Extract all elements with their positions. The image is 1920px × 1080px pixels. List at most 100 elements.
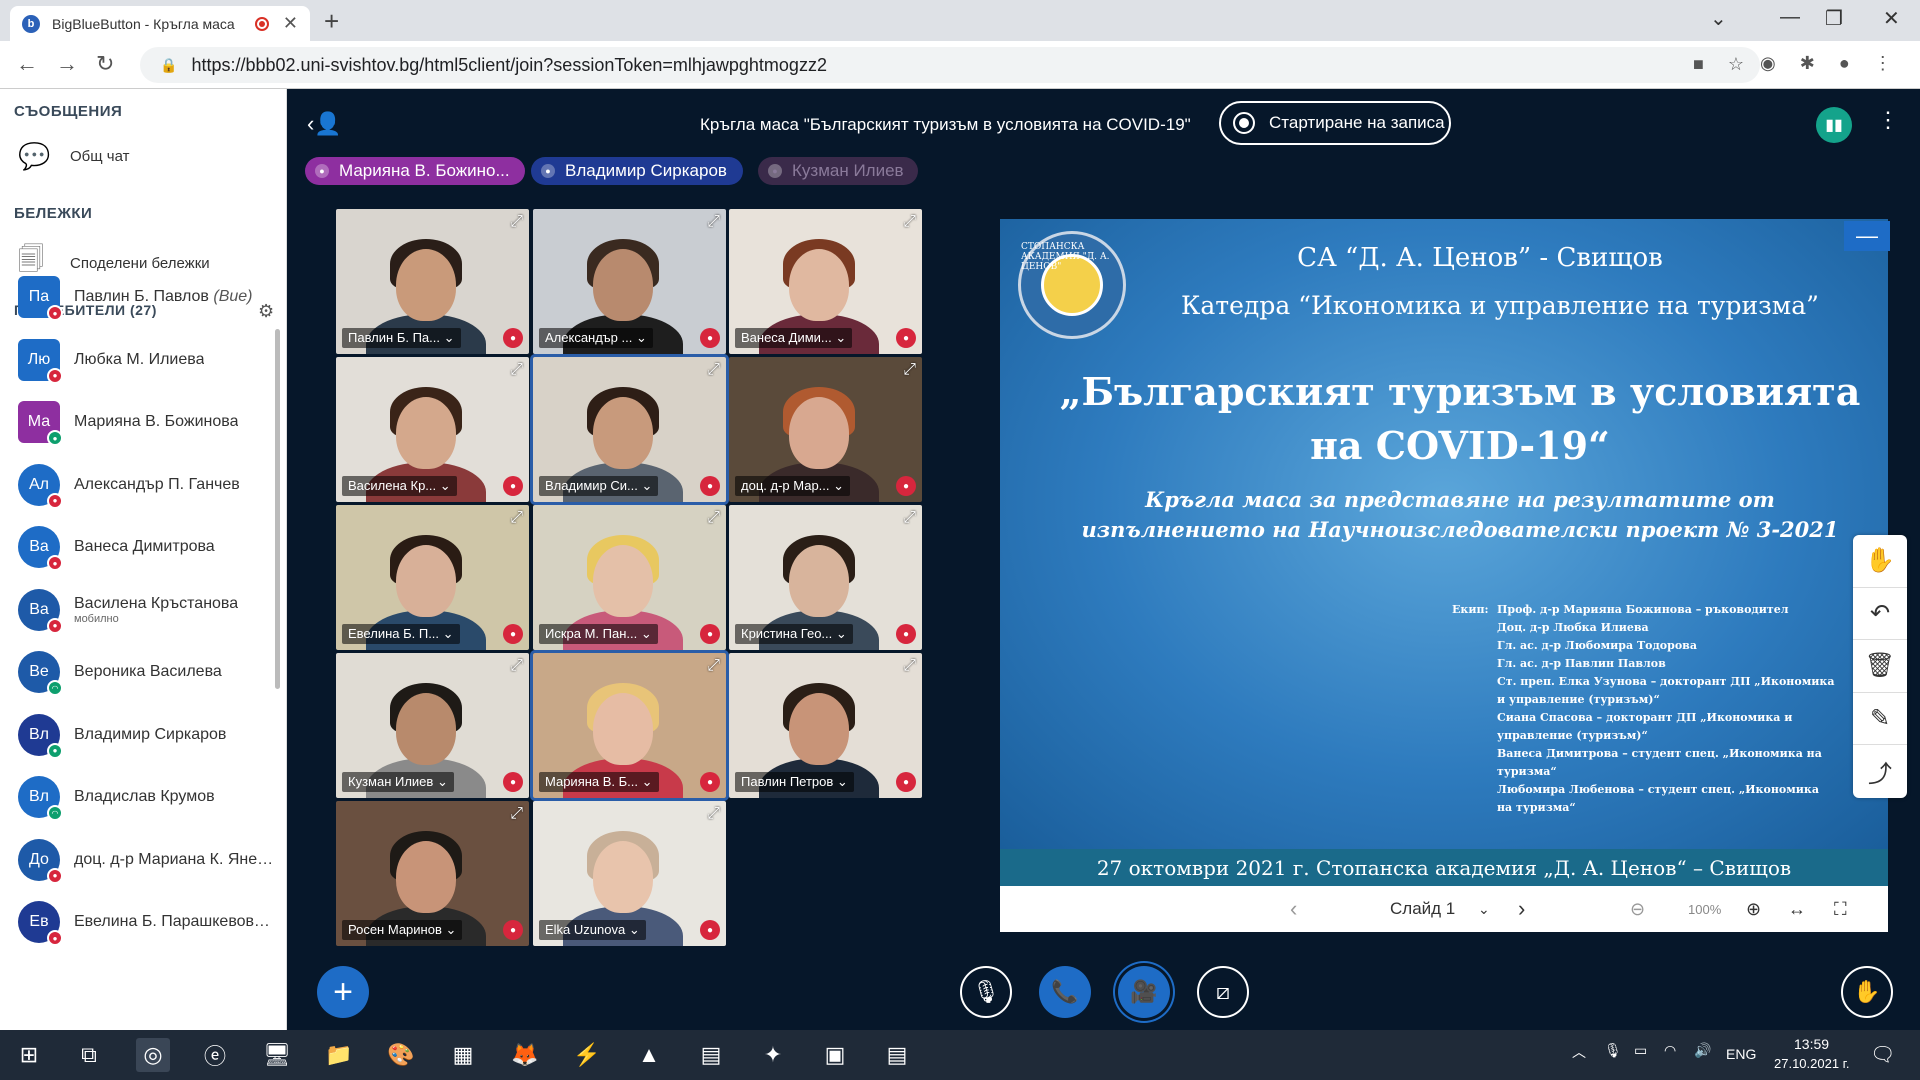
share-webcam-button[interactable]: 🎥 xyxy=(1118,966,1170,1018)
fullscreen-video-icon[interactable]: ⤢ xyxy=(510,509,523,527)
share-screen-button[interactable]: ⧄ xyxy=(1197,966,1249,1018)
video-name-label[interactable]: Ванеса Дими... ⌄ xyxy=(735,328,853,348)
forward-icon[interactable]: → xyxy=(56,51,78,77)
clock-time[interactable]: 13:59 xyxy=(1794,1036,1829,1052)
word-taskbar-icon[interactable]: ▤ xyxy=(880,1038,914,1072)
actions-plus-button[interactable]: + xyxy=(317,966,369,1018)
reload-icon[interactable]: ↻ xyxy=(96,51,114,77)
video-name-label[interactable]: Александър ... ⌄ xyxy=(539,328,653,348)
fullscreen-video-icon[interactable]: ⤢ xyxy=(707,805,720,823)
user-list-item[interactable]: Ва ● Ванеса Димитрова xyxy=(18,522,278,572)
menu-icon[interactable]: ⋮ xyxy=(1874,53,1892,74)
video-tile[interactable]: ⤢ Василена Кр... ⌄ ● xyxy=(336,357,529,502)
video-name-label[interactable]: Марияна В. Б... ⌄ xyxy=(539,772,659,792)
close-tab-icon[interactable]: ✕ xyxy=(283,13,298,34)
fullscreen-video-icon[interactable]: ⤢ xyxy=(903,509,916,527)
fullscreen-video-icon[interactable]: ⤢ xyxy=(707,657,720,675)
video-tile[interactable]: ⤢ Искра М. Пан... ⌄ ● xyxy=(533,505,726,650)
camera-in-use-icon[interactable]: ■ xyxy=(1693,54,1704,75)
zoom-in-icon[interactable]: ⊕ xyxy=(1746,899,1761,920)
wifi-icon[interactable]: ◠ xyxy=(1664,1042,1676,1059)
language-flag-taskbar-icon[interactable]: ▦ xyxy=(446,1038,480,1072)
clock-date[interactable]: 27.10.2021 г. xyxy=(1774,1056,1849,1071)
prev-slide-icon[interactable]: ‹ xyxy=(1290,896,1297,922)
user-list-item[interactable]: Ве ◠ Вероника Василева xyxy=(18,647,278,697)
video-name-label[interactable]: Павлин Б. Па... ⌄ xyxy=(342,328,461,348)
task-view-icon[interactable]: ⧉ xyxy=(72,1038,106,1072)
fullscreen-video-icon[interactable]: ⤢ xyxy=(510,805,523,823)
language-indicator[interactable]: ENG xyxy=(1726,1046,1756,1062)
edge-taskbar-icon[interactable]: ⓔ xyxy=(198,1038,232,1072)
video-name-label[interactable]: Elka Uzunova ⌄ xyxy=(539,920,646,940)
volume-icon[interactable]: 🔊 xyxy=(1694,1042,1711,1059)
talking-indicator[interactable]: ● Марияна В. Божино... xyxy=(305,157,525,185)
computer-taskbar-icon[interactable]: 🖥 xyxy=(260,1038,294,1072)
firefox-taskbar-icon[interactable]: 🦊 xyxy=(508,1038,542,1072)
fullscreen-video-icon[interactable]: ⤢ xyxy=(903,213,916,231)
raise-hand-button[interactable]: ✋ xyxy=(1841,966,1893,1018)
extension-icon[interactable]: ◉ xyxy=(1760,53,1776,74)
chrome-taskbar-icon[interactable]: ◎ xyxy=(136,1038,170,1072)
video-tile[interactable]: ⤢ Ванеса Дими... ⌄ ● xyxy=(729,209,922,354)
video-tile[interactable]: ⤢ Росен Маринов ⌄ ● xyxy=(336,801,529,946)
toggle-userlist-icon[interactable]: ‹👤 xyxy=(307,111,342,137)
fullscreen-video-icon[interactable]: ⤢ xyxy=(707,213,720,231)
video-tile[interactable]: ⤢ Кристина Гео... ⌄ ● xyxy=(729,505,922,650)
mute-microphone-button[interactable]: 🎙 xyxy=(960,966,1012,1018)
bookmark-star-icon[interactable]: ☆ xyxy=(1728,54,1744,75)
app-taskbar-icon[interactable]: ⚡ xyxy=(570,1038,604,1072)
battery-icon[interactable]: ▭ xyxy=(1634,1042,1647,1059)
explorer-taskbar-icon[interactable]: 📁 xyxy=(322,1038,356,1072)
windows-start-icon[interactable]: ⊞ xyxy=(12,1038,46,1072)
video-name-label[interactable]: Павлин Петров ⌄ xyxy=(735,772,854,792)
tab-search-icon[interactable]: ⌄ xyxy=(1710,6,1727,31)
minimize-icon[interactable]: — xyxy=(1780,6,1800,29)
user-list-item[interactable]: Вл ◠ Владислав Крумов xyxy=(18,772,278,822)
video-tile[interactable]: ⤢ Владимир Си... ⌄ ● xyxy=(530,354,729,505)
video-tile[interactable]: ⤢ доц. д-р Мар... ⌄ ● xyxy=(729,357,922,502)
clear-icon[interactable]: 🗑 xyxy=(1853,640,1907,693)
user-list-item[interactable]: Ев ● Евелина Б. Парашкевова... xyxy=(18,897,278,947)
app2-taskbar-icon[interactable]: ✦ xyxy=(756,1038,790,1072)
minimize-presentation-button[interactable]: — xyxy=(1844,221,1890,251)
fit-width-icon[interactable]: ↔ xyxy=(1788,899,1806,920)
close-window-icon[interactable]: ✕ xyxy=(1883,6,1900,31)
user-list-item[interactable]: Ма ● Марияна В. Божинова xyxy=(18,397,278,447)
puzzle-icon[interactable]: ✱ xyxy=(1800,53,1815,74)
notifications-icon[interactable]: 🗨 xyxy=(1870,1042,1895,1067)
maximize-icon[interactable]: ❐ xyxy=(1825,6,1843,31)
start-recording-button[interactable]: Стартиране на записа xyxy=(1219,101,1451,145)
tray-chevron-icon[interactable]: ︿ xyxy=(1572,1042,1586,1062)
video-tile[interactable]: ⤢ Кузман Илиев ⌄ ● xyxy=(336,653,529,798)
user-list-item[interactable]: Ал ● Александър П. Ганчев xyxy=(18,460,278,510)
fullscreen-video-icon[interactable]: ⤢ xyxy=(903,361,916,379)
video-name-label[interactable]: Евелина Б. П... ⌄ xyxy=(342,624,460,644)
multi-user-off-icon[interactable]: ✎ xyxy=(1853,693,1907,746)
talking-indicator[interactable]: ● Кузман Илиев xyxy=(758,157,918,185)
video-tile[interactable]: ⤢ Elka Uzunova ⌄ ● xyxy=(533,801,726,946)
user-list-item[interactable]: Па ● Павлин Б. Павлов (Вие) xyxy=(18,272,278,322)
video-tile[interactable]: ⤢ Александър ... ⌄ ● xyxy=(533,209,726,354)
back-icon[interactable]: ← xyxy=(16,51,38,77)
browser-tab[interactable]: b BigBlueButton - Кръгла маса ✕ xyxy=(10,6,310,41)
pan-icon[interactable]: ⤴ xyxy=(1853,745,1907,798)
paint-taskbar-icon[interactable]: 🎨 xyxy=(384,1038,418,1072)
profile-icon[interactable]: ● xyxy=(1839,53,1850,74)
fullscreen-video-icon[interactable]: ⤢ xyxy=(510,213,523,231)
slide-dropdown-chevron-icon[interactable]: ⌄ xyxy=(1478,901,1490,918)
user-list-item[interactable]: До ● доц. д-р Мариана К. Янева xyxy=(18,835,278,885)
fullscreen-icon[interactable]: ⛶ xyxy=(1834,899,1847,920)
connection-status-icon[interactable]: ▮▮ xyxy=(1816,107,1852,143)
video-name-label[interactable]: Кристина Гео... ⌄ xyxy=(735,624,853,644)
fullscreen-video-icon[interactable]: ⤢ xyxy=(903,657,916,675)
new-tab-button[interactable]: + xyxy=(324,6,339,37)
video-name-label[interactable]: Владимир Си... ⌄ xyxy=(539,476,659,496)
hand-tool-icon[interactable]: ✋ xyxy=(1853,535,1907,588)
calculator-taskbar-icon[interactable]: ▤ xyxy=(694,1038,728,1072)
user-list-item[interactable]: Вл ● Владимир Сиркаров xyxy=(18,710,278,760)
talking-indicator[interactable]: ● Владимир Сиркаров xyxy=(531,157,743,185)
public-chat-item[interactable]: 💬 Общ чат xyxy=(18,141,129,172)
video-name-label[interactable]: Росен Маринов ⌄ xyxy=(342,920,463,940)
fullscreen-video-icon[interactable]: ⤢ xyxy=(510,657,523,675)
video-name-label[interactable]: доц. д-р Мар... ⌄ xyxy=(735,476,851,496)
